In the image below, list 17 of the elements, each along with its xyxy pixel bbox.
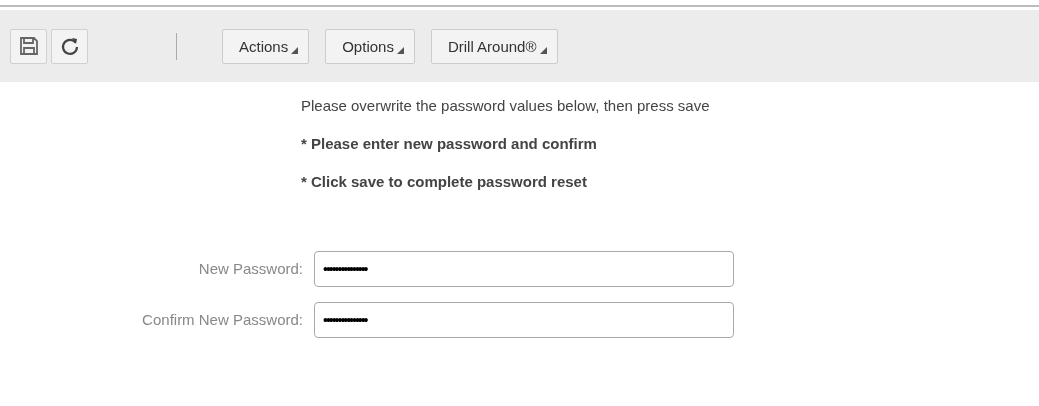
- caret-icon: [396, 46, 404, 54]
- instruction-text: Please overwrite the password values below, then press save: [301, 97, 711, 114]
- password-field[interactable]: •••••••••••••••: [314, 250, 734, 287]
- caret-icon: [291, 46, 299, 54]
- instruction-step: * Please enter new password and confirm: [301, 135, 1039, 152]
- refresh-button[interactable]: [51, 28, 88, 64]
- save-button[interactable]: [10, 28, 47, 64]
- caret-icon: [539, 46, 547, 54]
- refresh-icon: [59, 36, 80, 56]
- field-label: Confirm New Password:: [141, 311, 304, 328]
- menu-button[interactable]: Drill Around®: [430, 28, 558, 64]
- menu-button[interactable]: Options: [325, 28, 415, 64]
- instruction-step: * Click save to complete password reset: [301, 173, 1039, 190]
- field-label: New Password:: [197, 260, 304, 277]
- password-field[interactable]: •••••••••••••••: [314, 301, 734, 338]
- menu-button[interactable]: Actions: [222, 28, 310, 64]
- save-icon: [18, 36, 39, 56]
